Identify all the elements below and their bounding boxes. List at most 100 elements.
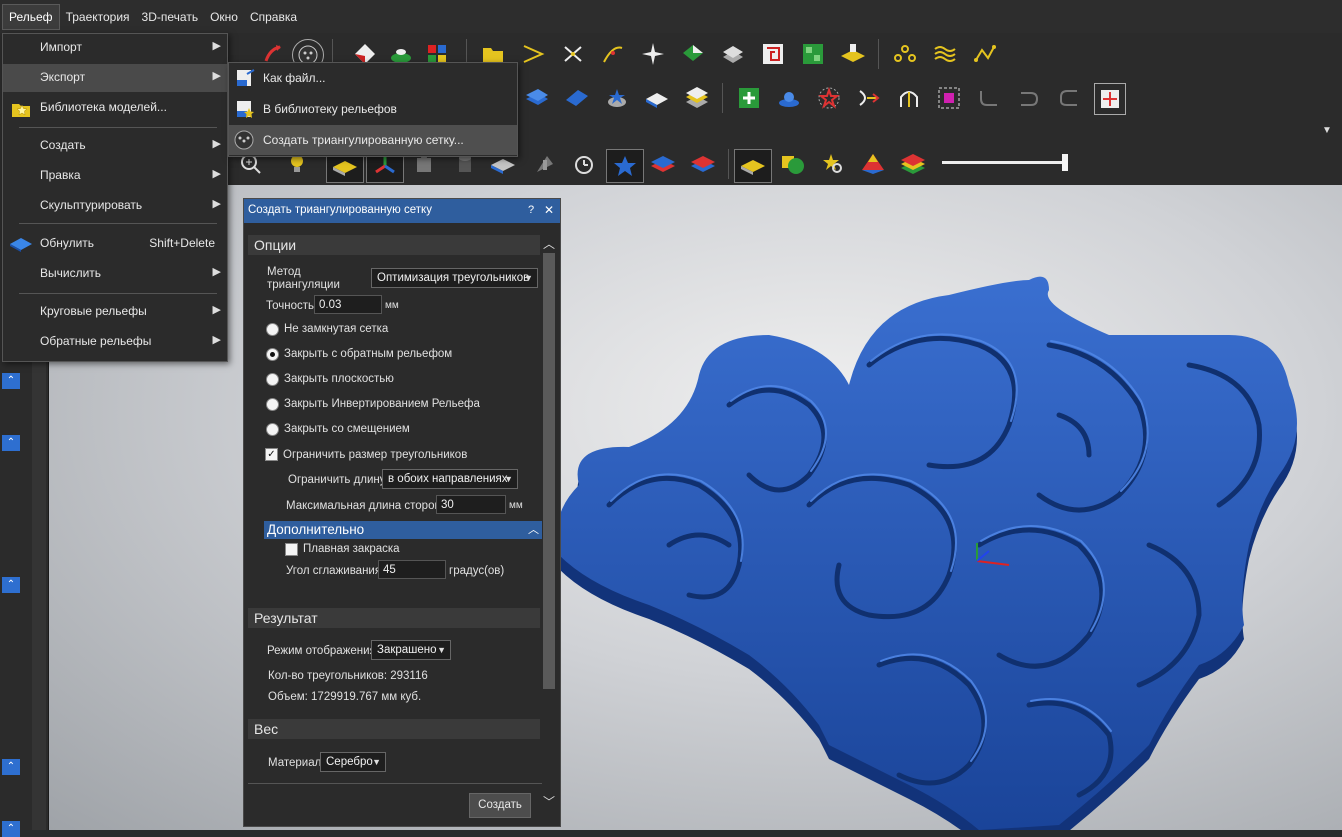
yellow-plate-icon[interactable] xyxy=(838,39,868,69)
rainbow-layers-icon[interactable] xyxy=(898,149,928,179)
corner-icon[interactable] xyxy=(1054,83,1084,113)
menu-item-model-library[interactable]: Библиотека моделей... xyxy=(3,94,227,122)
zoom-slider-track[interactable] xyxy=(942,161,1066,164)
collapse-icon[interactable]: ⌃ xyxy=(2,373,20,389)
collapse-icon[interactable]: ⌃ xyxy=(2,759,20,775)
chamfer-icon[interactable] xyxy=(1014,83,1044,113)
menu-bar: Рельеф Траектория 3D-печать Окно Справка xyxy=(0,0,1342,33)
toolbar-overflow-icon[interactable]: ▼ xyxy=(1322,125,1332,136)
method-dropdown[interactable]: Оптимизация треугольников ▼ xyxy=(371,268,538,288)
material-dropdown[interactable]: Серебро ▼ xyxy=(320,752,386,772)
menu-toolpath[interactable]: Траектория xyxy=(60,5,136,29)
display-mode-dropdown[interactable]: Закрашено ▼ xyxy=(371,640,451,660)
smooth-shading-checkbox[interactable] xyxy=(285,543,298,556)
menu-item-label: Импорт xyxy=(40,40,82,54)
clock-icon[interactable] xyxy=(568,149,598,179)
section-weight-header[interactable]: Вес xyxy=(248,719,540,739)
menu-item-reset[interactable]: Обнулить Shift+Delete xyxy=(3,230,227,258)
blue-dome-icon[interactable] xyxy=(774,83,804,113)
section-options-header[interactable]: Опции xyxy=(248,235,540,255)
accuracy-input[interactable]: 0.03 xyxy=(314,295,382,314)
blue-layers-icon[interactable] xyxy=(522,83,552,113)
checkbox-label: Ограничить размер треугольников xyxy=(283,449,468,461)
collapse-icon[interactable]: ⌃ xyxy=(2,821,20,837)
menu-separator xyxy=(19,223,217,224)
texture-icon[interactable] xyxy=(798,39,828,69)
radio-close-reverse[interactable] xyxy=(266,348,279,361)
scissors-icon[interactable] xyxy=(558,39,588,69)
blue-slab-icon[interactable] xyxy=(562,83,592,113)
dialog-scroll-thumb[interactable] xyxy=(543,253,555,689)
radio-close-invert[interactable] xyxy=(266,398,279,411)
nodes-icon[interactable] xyxy=(890,39,920,69)
shapes-green-icon[interactable] xyxy=(778,149,808,179)
shortcut-label: Shift+Delete xyxy=(149,236,215,250)
stack-icon[interactable] xyxy=(718,39,748,69)
scroll-down-icon[interactable]: ﹀ xyxy=(543,793,555,810)
menu-item-calculate[interactable]: Вычислить ▶ xyxy=(3,260,227,288)
menu-item-label: Создать xyxy=(40,138,86,152)
menu-item-export[interactable]: Экспорт ▶ xyxy=(3,64,227,92)
collapse-icon[interactable]: ⌃ xyxy=(2,435,20,451)
radio-open-mesh[interactable] xyxy=(266,323,279,336)
blue-star-icon[interactable] xyxy=(606,149,644,183)
stack-gold-icon[interactable] xyxy=(682,83,712,113)
toolbar-separator xyxy=(728,149,729,179)
create-button[interactable]: Создать xyxy=(469,793,531,818)
divider xyxy=(248,783,542,784)
gold-tile-icon[interactable] xyxy=(734,149,772,183)
white-tile-icon[interactable] xyxy=(642,83,672,113)
submenu-item-to-library[interactable]: В библиотеку рельефов xyxy=(229,94,517,124)
vector-arrow-icon[interactable] xyxy=(518,39,548,69)
section-result-header[interactable]: Результат xyxy=(248,608,540,628)
limit-size-checkbox[interactable]: ✓ xyxy=(265,448,278,461)
arch-icon[interactable] xyxy=(894,83,924,113)
curve-icon[interactable] xyxy=(598,39,628,69)
limit-length-dropdown[interactable]: в обоих направлениях ▼ xyxy=(382,469,518,489)
maze-icon[interactable] xyxy=(758,39,788,69)
add-green-icon[interactable] xyxy=(734,83,764,113)
menu-help[interactable]: Справка xyxy=(244,5,303,29)
blue-red-layers-icon[interactable] xyxy=(648,149,678,179)
polyline-icon[interactable] xyxy=(970,39,1000,69)
star-burst-icon[interactable] xyxy=(638,39,668,69)
dialog-title: Создать триангулированную сетку xyxy=(248,204,432,216)
menu-item-sculpt[interactable]: Скульптурировать ▶ xyxy=(3,192,227,220)
menu-relief[interactable]: Рельеф xyxy=(2,3,60,30)
material-label: Материал xyxy=(268,757,322,769)
menu-3d-print[interactable]: 3D-печать xyxy=(136,5,205,29)
menu-item-edit[interactable]: Правка ▶ xyxy=(3,162,227,190)
menu-item-import[interactable]: Импорт ▶ xyxy=(3,34,227,62)
radio-close-offset[interactable] xyxy=(266,423,279,436)
section-advanced-header[interactable]: Дополнительно ︿ xyxy=(264,521,542,539)
dropdown-value: в обоих направлениях xyxy=(388,473,508,485)
green-diamond-icon[interactable] xyxy=(678,39,708,69)
menu-item-circular-reliefs[interactable]: Круговые рельефы ▶ xyxy=(3,298,227,326)
menu-item-reverse-reliefs[interactable]: Обратные рельефы ▶ xyxy=(3,328,227,356)
menu-item-create[interactable]: Создать ▶ xyxy=(3,132,227,160)
medal-icon[interactable] xyxy=(602,83,632,113)
pyramid-icon[interactable] xyxy=(858,149,888,179)
star-outline-icon[interactable] xyxy=(814,83,844,113)
radio-close-plane[interactable] xyxy=(266,373,279,386)
machine-icon[interactable] xyxy=(530,149,560,179)
toolbar-separator xyxy=(878,39,879,69)
select-magenta-icon[interactable] xyxy=(934,83,964,113)
submenu-arrow-icon: ▶ xyxy=(212,266,221,278)
zoom-slider-handle[interactable] xyxy=(1062,154,1068,171)
submenu-item-create-mesh[interactable]: Создать триангулированную сетку... xyxy=(229,125,517,155)
star-search-icon[interactable] xyxy=(818,149,848,179)
help-button[interactable]: ? xyxy=(528,204,534,216)
close-button[interactable]: ✕ xyxy=(544,203,554,217)
menu-window[interactable]: Окно xyxy=(204,5,244,29)
collapse-icon[interactable]: ⌃ xyxy=(2,577,20,593)
offset-curve-icon[interactable] xyxy=(854,83,884,113)
transform-icon[interactable] xyxy=(1094,83,1126,115)
red-blue-layers-icon[interactable] xyxy=(688,149,718,179)
scroll-up-icon[interactable]: ︿ xyxy=(543,235,555,252)
wave-lines-icon[interactable] xyxy=(930,39,960,69)
angle-input[interactable]: 45 xyxy=(378,560,446,579)
max-side-input[interactable]: 30 xyxy=(436,495,506,514)
fillet-icon[interactable] xyxy=(974,83,1004,113)
submenu-item-as-file[interactable]: Как файл... xyxy=(229,63,517,93)
